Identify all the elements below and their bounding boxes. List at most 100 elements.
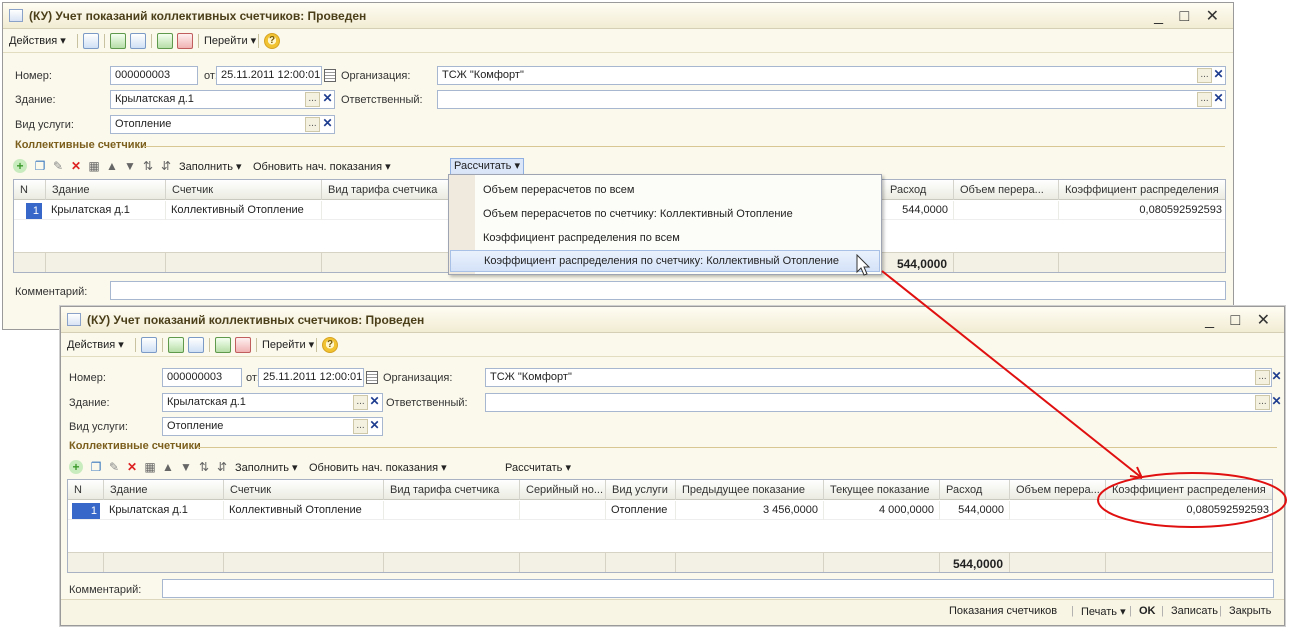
coefficient-value: 0,080592592593 xyxy=(1186,504,1269,516)
calendar-icon[interactable] xyxy=(366,371,378,384)
responsible-clear-icon[interactable]: ✕ xyxy=(1270,395,1283,410)
comment-field[interactable] xyxy=(162,579,1274,598)
post-icon[interactable] xyxy=(157,33,173,49)
building-field[interactable]: Крылатская д.1 xyxy=(110,90,335,109)
building-clear-icon[interactable]: ✕ xyxy=(368,395,381,410)
bottom-bar: Показания счетчиков | Печать ▾ | OK | За… xyxy=(61,599,1284,625)
print-menu[interactable]: Печать ▾ xyxy=(1081,605,1126,618)
meters-table: N Здание Счетчик Вид тарифа счетчика Сер… xyxy=(67,479,1273,573)
edit-icon[interactable]: ✎ xyxy=(51,159,65,173)
delete-icon[interactable]: ✕ xyxy=(125,460,139,474)
comment-label: Комментарий: xyxy=(15,286,88,298)
service-field[interactable]: Отопление xyxy=(110,115,335,134)
document-icon xyxy=(9,9,23,22)
close-button[interactable]: Закрыть xyxy=(1229,605,1271,617)
organization-field[interactable]: ТСЖ "Комфорт" xyxy=(437,66,1226,85)
organization-clear-icon[interactable]: ✕ xyxy=(1212,68,1225,83)
calendar-icon[interactable] xyxy=(324,69,336,82)
calculate-dropdown: Объем перерасчетов по всем Объем перерас… xyxy=(448,174,882,275)
add-icon[interactable]: + xyxy=(69,460,83,474)
organization-select-button[interactable]: ... xyxy=(1197,68,1212,83)
actions-menu[interactable]: Действия ▾ xyxy=(9,32,66,50)
copy-row-icon[interactable]: ❐ xyxy=(33,159,47,173)
copy-icon[interactable] xyxy=(130,33,146,49)
service-label: Вид услуги: xyxy=(69,421,128,433)
delete-icon[interactable]: ✕ xyxy=(69,159,83,173)
actions-menu[interactable]: Действия ▾ xyxy=(67,336,124,354)
comment-field[interactable] xyxy=(110,281,1226,300)
service-clear-icon[interactable]: ✕ xyxy=(368,419,381,434)
window-front: (КУ) Учет показаний коллективных счетчик… xyxy=(60,306,1285,626)
number-field[interactable]: 000000003 xyxy=(110,66,198,85)
responsible-field[interactable] xyxy=(437,90,1226,109)
menu-item-recalc-all[interactable]: Объем перерасчетов по всем xyxy=(450,179,880,201)
unpost-icon[interactable] xyxy=(177,33,193,49)
menu-item-coef-all[interactable]: Коэффициент распределения по всем xyxy=(450,227,880,249)
service-select-button[interactable]: ... xyxy=(305,117,320,132)
window-controls[interactable]: _ □ ✕ xyxy=(1205,310,1276,330)
save-button[interactable]: Записать xyxy=(1171,605,1218,617)
help-icon[interactable]: ? xyxy=(264,33,280,49)
end-edit-icon[interactable]: ▦ xyxy=(143,460,157,474)
fill-menu[interactable]: Заполнить ▾ xyxy=(179,158,242,176)
post-close-icon[interactable] xyxy=(141,337,157,353)
copy-icon[interactable] xyxy=(188,337,204,353)
post-close-icon[interactable] xyxy=(83,33,99,49)
responsible-field[interactable] xyxy=(485,393,1272,412)
window-controls[interactable]: _ □ ✕ xyxy=(1154,6,1225,26)
unpost-icon[interactable] xyxy=(235,337,251,353)
move-down-icon[interactable]: ▼ xyxy=(123,159,137,173)
sort-asc-icon[interactable]: ⇅ xyxy=(197,460,211,474)
service-field[interactable]: Отопление xyxy=(162,417,383,436)
comment-label: Комментарий: xyxy=(69,584,142,596)
table-header: N Здание Счетчик Вид тарифа счетчика Сер… xyxy=(68,480,1272,500)
responsible-clear-icon[interactable]: ✕ xyxy=(1212,92,1225,107)
copy-row-icon[interactable]: ❐ xyxy=(89,460,103,474)
edit-icon[interactable]: ✎ xyxy=(107,460,121,474)
window-title: (КУ) Учет показаний коллективных счетчик… xyxy=(29,9,367,23)
update-readings-menu[interactable]: Обновить нач. показания ▾ xyxy=(309,459,447,477)
building-select-button[interactable]: ... xyxy=(305,92,320,107)
window-title: (КУ) Учет показаний коллективных счетчик… xyxy=(87,313,425,327)
building-select-button[interactable]: ... xyxy=(353,395,368,410)
menu-item-recalc-meter[interactable]: Объем перерасчетов по счетчику: Коллекти… xyxy=(450,203,880,225)
service-select-button[interactable]: ... xyxy=(353,419,368,434)
calculate-menu[interactable]: Рассчитать ▾ xyxy=(505,459,571,477)
goto-menu[interactable]: Перейти ▾ xyxy=(204,32,256,50)
end-edit-icon[interactable]: ▦ xyxy=(87,159,101,173)
sort-asc-icon[interactable]: ⇅ xyxy=(141,159,155,173)
total-consumption: 544,0000 xyxy=(884,253,954,272)
table-footer: 544,0000 xyxy=(68,552,1272,572)
add-icon[interactable]: + xyxy=(13,159,27,173)
date-field[interactable]: 25.11.2011 12:00:01 xyxy=(216,66,322,85)
goto-menu[interactable]: Перейти ▾ xyxy=(262,336,314,354)
calculate-menu[interactable]: Рассчитать ▾ xyxy=(450,158,524,175)
organization-select-button[interactable]: ... xyxy=(1255,370,1270,385)
number-field[interactable]: 000000003 xyxy=(162,368,242,387)
refresh-icon[interactable] xyxy=(168,337,184,353)
help-icon[interactable]: ? xyxy=(322,337,338,353)
date-field[interactable]: 25.11.2011 12:00:01 xyxy=(258,368,364,387)
organization-clear-icon[interactable]: ✕ xyxy=(1270,370,1283,385)
building-clear-icon[interactable]: ✕ xyxy=(321,92,334,107)
post-icon[interactable] xyxy=(215,337,231,353)
move-up-icon[interactable]: ▲ xyxy=(105,159,119,173)
update-readings-menu[interactable]: Обновить нач. показания ▾ xyxy=(253,158,391,176)
fill-menu[interactable]: Заполнить ▾ xyxy=(235,459,298,477)
responsible-select-button[interactable]: ... xyxy=(1197,92,1212,107)
ok-button[interactable]: OK xyxy=(1139,605,1156,617)
menu-item-coef-meter[interactable]: Коэффициент распределения по счетчику: К… xyxy=(450,250,880,272)
sort-desc-icon[interactable]: ⇵ xyxy=(159,159,173,173)
building-field[interactable]: Крылатская д.1 xyxy=(162,393,383,412)
responsible-select-button[interactable]: ... xyxy=(1255,395,1270,410)
building-label: Здание: xyxy=(69,397,110,409)
readings-button[interactable]: Показания счетчиков xyxy=(949,605,1057,617)
move-up-icon[interactable]: ▲ xyxy=(161,460,175,474)
responsible-label: Ответственный: xyxy=(341,94,423,106)
refresh-icon[interactable] xyxy=(110,33,126,49)
sort-desc-icon[interactable]: ⇵ xyxy=(215,460,229,474)
organization-field[interactable]: ТСЖ "Комфорт" xyxy=(485,368,1272,387)
table-row[interactable]: 1 Крылатская д.1 Коллективный Отопление … xyxy=(68,501,1272,520)
move-down-icon[interactable]: ▼ xyxy=(179,460,193,474)
service-clear-icon[interactable]: ✕ xyxy=(321,117,334,132)
